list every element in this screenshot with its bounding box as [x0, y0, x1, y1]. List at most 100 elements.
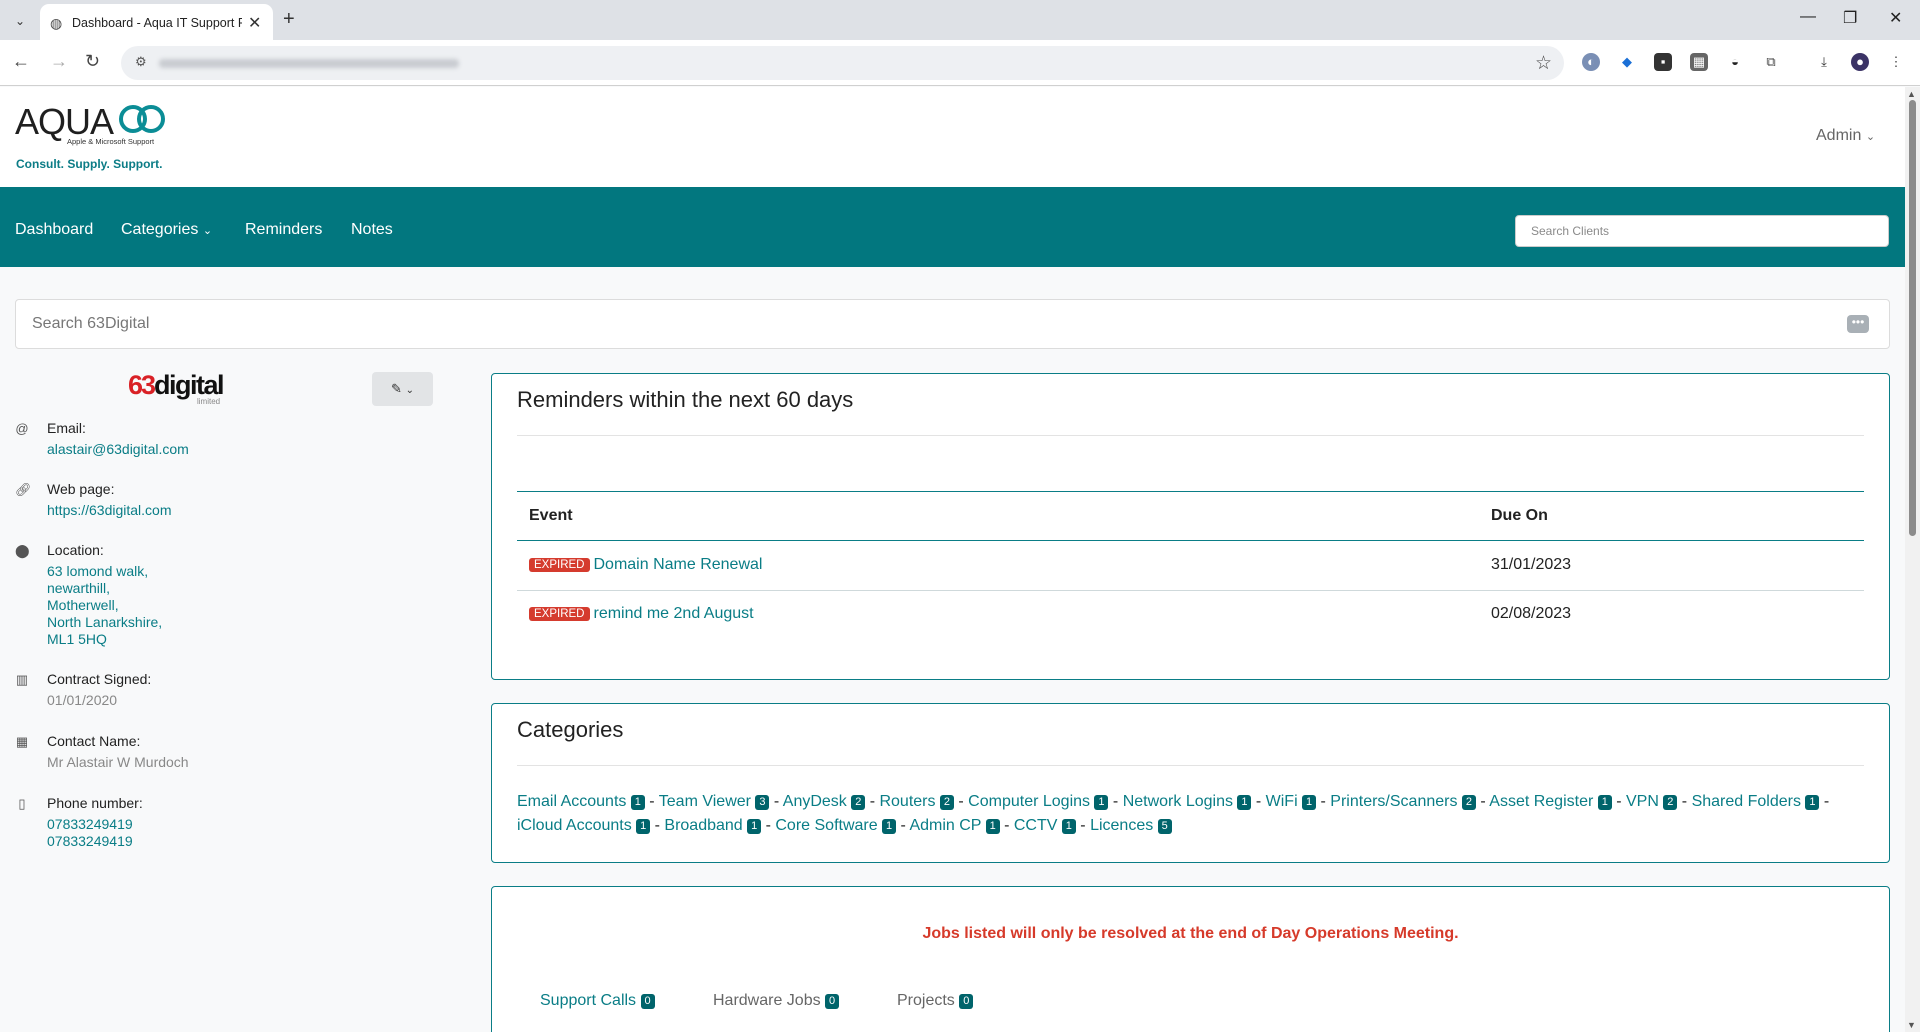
- category-item[interactable]: Team Viewer 3: [659, 793, 770, 810]
- extension-2-icon[interactable]: ◆: [1618, 53, 1636, 71]
- category-item[interactable]: Shared Folders 1: [1692, 793, 1820, 810]
- reminder-link[interactable]: Domain Name Renewal: [594, 556, 763, 573]
- category-item[interactable]: CCTV 1: [1014, 817, 1076, 834]
- scroll-down-icon[interactable]: ▼: [1907, 1020, 1916, 1030]
- new-tab-button[interactable]: +: [283, 8, 295, 31]
- table-row: EXPIRED remind me 2nd August: [529, 605, 754, 623]
- nav-notes[interactable]: Notes: [351, 221, 393, 239]
- category-item[interactable]: Routers 2: [879, 793, 954, 810]
- client-search-input[interactable]: [15, 299, 1890, 349]
- webpage-link[interactable]: https://63digital.com: [47, 502, 172, 519]
- tab-search-chevron-icon[interactable]: ⌄: [9, 10, 31, 32]
- category-link[interactable]: Computer Logins: [968, 793, 1090, 810]
- category-link[interactable]: Asset Register: [1489, 793, 1593, 810]
- edit-client-dropdown-button[interactable]: ✎ ⌄: [372, 372, 433, 406]
- category-link[interactable]: Email Accounts: [517, 793, 626, 810]
- category-separator: -: [1316, 793, 1331, 810]
- category-separator: -: [1677, 793, 1692, 810]
- nav-categories[interactable]: Categories ⌄: [121, 221, 212, 239]
- category-link[interactable]: Printers/Scanners: [1330, 793, 1457, 810]
- phone-link-1[interactable]: 07833249419: [47, 816, 133, 832]
- category-link[interactable]: Routers: [879, 793, 935, 810]
- forward-icon[interactable]: →: [50, 51, 68, 72]
- profile-avatar-icon[interactable]: ●: [1851, 53, 1869, 71]
- category-item[interactable]: Admin CP 1: [909, 817, 1000, 834]
- close-window-icon[interactable]: ✕: [1889, 8, 1902, 28]
- category-item[interactable]: Broadband 1: [664, 817, 762, 834]
- category-separator: -: [1075, 817, 1091, 834]
- category-link[interactable]: AnyDesk: [783, 793, 847, 810]
- category-link[interactable]: VPN: [1626, 793, 1659, 810]
- nav-reminders[interactable]: Reminders: [245, 221, 322, 239]
- client-contact-name: ▦ Contact Name: Mr Alastair W Murdoch: [15, 733, 315, 773]
- categories-title: Categories: [517, 717, 624, 742]
- category-link[interactable]: Network Logins: [1123, 793, 1233, 810]
- bookmark-star-icon[interactable]: ☆: [1535, 52, 1552, 75]
- reload-icon[interactable]: ↻: [85, 51, 100, 72]
- extension-5-icon[interactable]: ◒: [1726, 53, 1744, 71]
- category-item[interactable]: Computer Logins 1: [968, 793, 1109, 810]
- category-link[interactable]: CCTV: [1014, 817, 1058, 834]
- restore-icon[interactable]: ❐: [1843, 8, 1857, 28]
- address-bar[interactable]: ⚙ ☆: [121, 46, 1564, 80]
- minimize-icon[interactable]: —: [1800, 8, 1816, 26]
- tab-projects[interactable]: Projects 0: [897, 992, 974, 1010]
- phone-link-2[interactable]: 07833249419: [47, 833, 133, 849]
- category-separator: -: [769, 793, 783, 810]
- email-link[interactable]: alastair@63digital.com: [47, 441, 189, 458]
- category-separator: -: [650, 817, 665, 834]
- extension-1-icon[interactable]: ◐: [1582, 53, 1600, 71]
- more-options-icon[interactable]: •••: [1847, 315, 1869, 333]
- category-link[interactable]: Core Software: [775, 817, 877, 834]
- category-link[interactable]: Licences: [1090, 817, 1153, 834]
- browser-tab-active[interactable]: ◍ Dashboard - Aqua IT Support P ✕: [40, 4, 273, 40]
- category-link[interactable]: Shared Folders: [1692, 793, 1801, 810]
- count-badge: 1: [1061, 819, 1076, 834]
- category-item[interactable]: iCloud Accounts 1: [517, 817, 651, 834]
- category-item[interactable]: AnyDesk 2: [783, 793, 866, 810]
- app-header: AQUA Apple & Microsoft Support Consult. …: [0, 87, 1905, 187]
- client-phone: ▯ Phone number: 07833249419 07833249419: [15, 795, 315, 855]
- reminder-link[interactable]: remind me 2nd August: [594, 605, 754, 622]
- category-link[interactable]: iCloud Accounts: [517, 817, 632, 834]
- count-badge: 1: [1094, 795, 1109, 810]
- tab-hardware-jobs[interactable]: Hardware Jobs 0: [713, 992, 840, 1010]
- nav-dashboard[interactable]: Dashboard: [15, 221, 93, 239]
- globe-icon: ◍: [50, 15, 63, 31]
- scroll-up-icon[interactable]: ▲: [1907, 89, 1916, 99]
- extension-3-icon[interactable]: ▪: [1654, 53, 1672, 71]
- category-link[interactable]: Broadband: [664, 817, 742, 834]
- reminders-panel: Reminders within the next 60 days Event …: [491, 373, 1890, 680]
- download-icon[interactable]: ⤓: [1815, 53, 1833, 71]
- category-item[interactable]: Email Accounts 1: [517, 793, 645, 810]
- contract-label: Contract Signed:: [47, 671, 152, 687]
- category-link[interactable]: Admin CP: [909, 817, 981, 834]
- table-row: EXPIRED Domain Name Renewal: [529, 556, 762, 574]
- scrollbar-thumb[interactable]: [1909, 100, 1916, 536]
- category-item[interactable]: Printers/Scanners 2: [1330, 793, 1476, 810]
- browser-menu-icon[interactable]: ⋮: [1887, 53, 1905, 71]
- category-item[interactable]: Core Software 1: [775, 817, 897, 834]
- categories-panel: Categories Email Accounts 1 - Team Viewe…: [491, 703, 1890, 863]
- back-icon[interactable]: ←: [12, 51, 30, 72]
- webpage-label: Web page:: [47, 481, 115, 497]
- site-settings-icon[interactable]: ⚙: [135, 54, 147, 70]
- search-clients-input[interactable]: [1515, 215, 1889, 247]
- category-item[interactable]: VPN 2: [1626, 793, 1678, 810]
- category-link[interactable]: WiFi: [1266, 793, 1298, 810]
- count-badge: 0: [959, 994, 974, 1009]
- chevron-down-icon: ⌄: [202, 225, 213, 237]
- category-link[interactable]: Team Viewer: [659, 793, 751, 810]
- tab-close-icon[interactable]: ✕: [248, 13, 261, 33]
- client-webpage: 🔗︎ Web page: https://63digital.com: [15, 481, 315, 521]
- tab-support-calls[interactable]: Support Calls 0: [540, 992, 655, 1010]
- category-item[interactable]: WiFi 1: [1266, 793, 1317, 810]
- category-item[interactable]: Network Logins 1: [1123, 793, 1252, 810]
- extensions-puzzle-icon[interactable]: ⧉: [1762, 53, 1780, 71]
- category-item[interactable]: Licences 5: [1090, 817, 1172, 834]
- admin-user-menu[interactable]: Admin ⌄: [1816, 127, 1875, 145]
- category-item[interactable]: Asset Register 1: [1489, 793, 1612, 810]
- tab-label: Support Calls: [540, 992, 637, 1009]
- location-link[interactable]: 63 lomond walk, newarthill, Motherwell, …: [47, 563, 162, 648]
- extension-4-icon[interactable]: ▦: [1690, 53, 1708, 71]
